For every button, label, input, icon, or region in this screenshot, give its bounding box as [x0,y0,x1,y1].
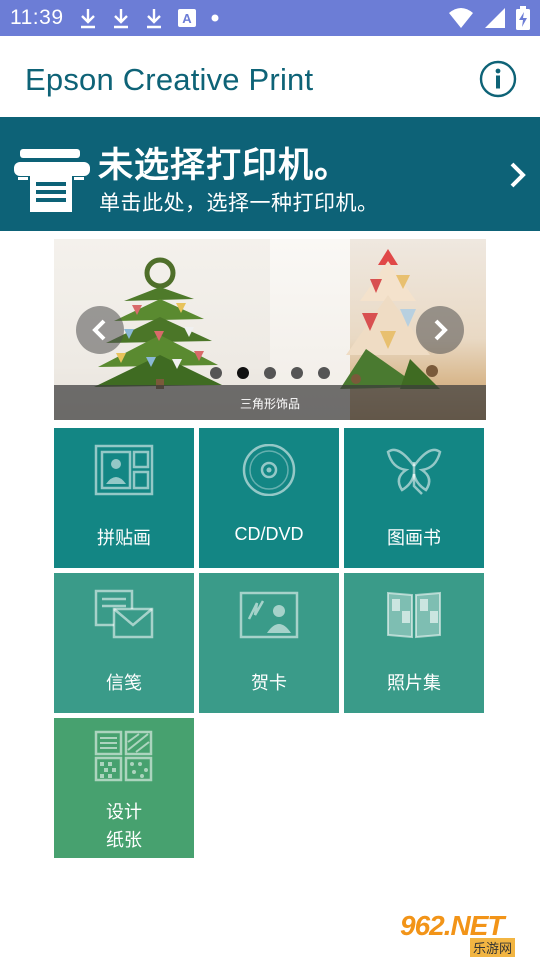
tile-photo-book[interactable]: 照片集 [344,573,484,713]
tile-label-line-1: 设计 [106,802,142,822]
svg-text:A: A [182,11,192,26]
printer-select-banner[interactable]: 未选择打印机。 单击此处，选择一种打印机。 [0,117,540,231]
tile-label: 信笺 [106,673,142,693]
letter-icon [94,589,154,639]
tile-label: CD/DVD [234,524,304,544]
download-icon [114,9,128,29]
status-bar: 11:39 A [0,0,540,36]
printer-banner-subtitle: 单击此处，选择一种打印机。 [99,192,379,215]
chevron-right-icon [434,319,448,341]
watermark-sub-text: 乐游网 [470,938,516,957]
carousel-dot[interactable] [210,367,222,379]
tile-label: 照片集 [387,673,441,693]
carousel-dot[interactable] [291,367,303,379]
carousel-dot[interactable] [237,367,249,379]
tile-label: 图画书 [387,528,441,548]
photo-book-icon [387,591,441,639]
tile-collage[interactable]: 拼贴画 [54,428,194,568]
info-icon[interactable] [479,60,517,98]
disc-icon [242,444,296,496]
butterfly-icon [386,448,442,495]
app-bar: Epson Creative Print [0,36,540,117]
signal-icon [485,8,505,28]
greeting-card-icon [239,591,299,639]
tile-picture-book[interactable]: 图画书 [344,428,484,568]
template-carousel[interactable]: 三角形饰品 [54,239,486,420]
tile-cd-dvd[interactable]: CD/DVD [199,428,339,568]
tile-label: 设计 纸张 [54,798,194,854]
printer-icon [14,149,90,212]
dot-icon [211,14,219,22]
tile-design-paper[interactable]: 设计 纸张 [54,718,194,858]
tile-letter[interactable]: 信笺 [54,573,194,713]
tile-label: 贺卡 [251,673,287,693]
carousel-dot[interactable] [264,367,276,379]
carousel-prev-button[interactable] [76,306,124,354]
carousel-page-indicator [210,367,330,379]
status-time: 11:39 [10,6,64,29]
download-icon [81,9,95,29]
download-icon [147,9,161,29]
tile-label-line-2: 纸张 [106,830,142,850]
carousel-caption: 三角形饰品 [239,397,300,411]
collage-icon [94,444,154,496]
printer-banner-title: 未选择打印机。 [98,146,351,185]
carousel-dot[interactable] [318,367,330,379]
chevron-right-icon [510,162,526,188]
watermark-logo: 962.NET 乐游网 [400,910,535,957]
notification-icons: A [78,6,220,30]
text-a-icon: A [178,9,196,27]
app-title: Epson Creative Print [25,62,314,97]
tile-greeting-card[interactable]: 贺卡 [199,573,339,713]
carousel-next-button[interactable] [416,306,464,354]
tile-label: 拼贴画 [97,528,151,548]
design-paper-icon [94,730,153,782]
chevron-left-icon [92,319,106,341]
system-icons [448,6,530,30]
battery-charging-icon [516,6,530,30]
wifi-icon [449,8,473,28]
